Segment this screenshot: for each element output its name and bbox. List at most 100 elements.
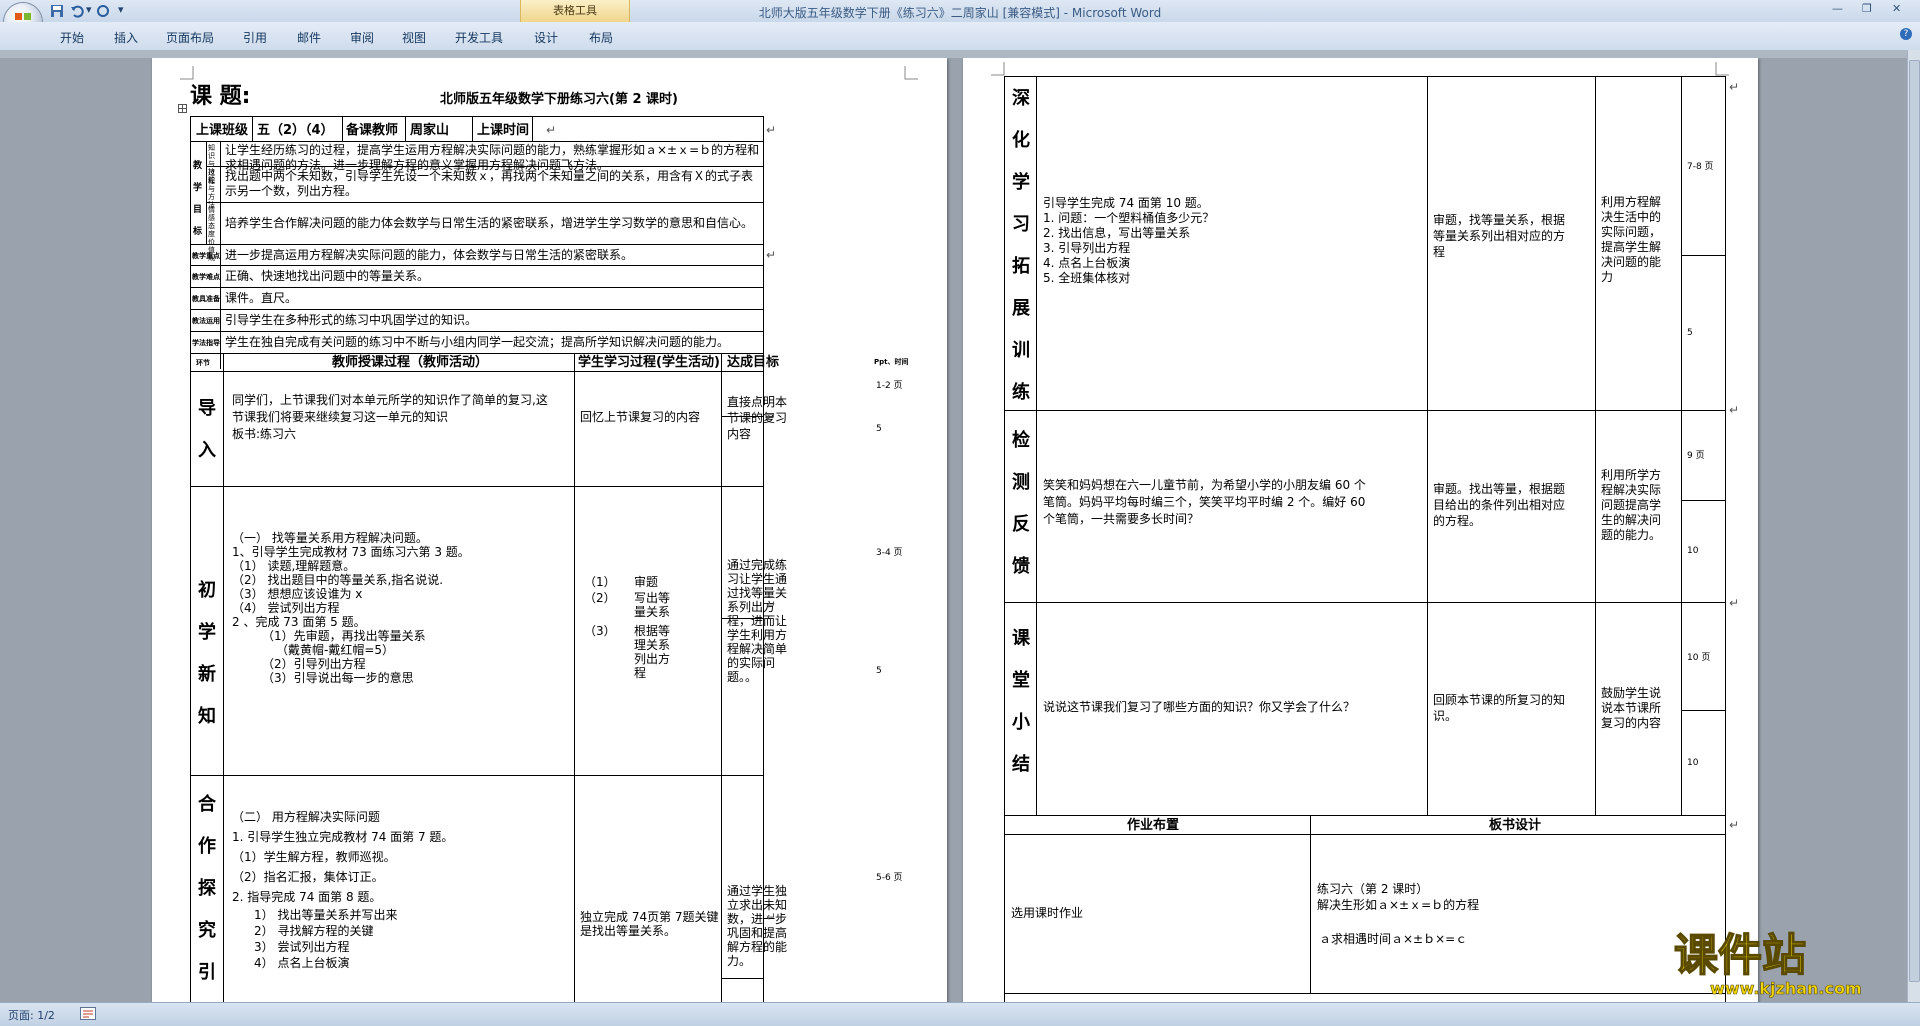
scrollbar-thumb[interactable] (1909, 60, 1920, 982)
goal-line: 复习的内容 (1601, 716, 1662, 730)
tab-insert[interactable]: 插入 (114, 29, 138, 46)
page-2[interactable]: 深 化 学 习 拓 展 训 练 引导学生完成 74 面第 10 题。 1. 问题… (963, 58, 1758, 1002)
section-name-char: 学 (1012, 172, 1030, 193)
goals-group-char: 学 (193, 183, 203, 193)
goal-line: 程，进而让 (727, 614, 788, 628)
row-end-mark: ↵ (1729, 403, 1740, 417)
tab-design[interactable]: 设计 (534, 29, 558, 46)
teacher-line: （一） 找等量关系用方程解决问题。 (232, 531, 428, 545)
tab-view[interactable]: 视图 (402, 29, 426, 46)
student-line: 审题，找等量关系，根据 (1433, 213, 1566, 227)
goal-line: 利用所学方 (1601, 468, 1662, 482)
margin-corner-mark (1715, 62, 1729, 76)
maximize-icon[interactable]: ❐ (1862, 2, 1872, 15)
section-name-char: 合 (198, 794, 216, 815)
vertical-scrollbar[interactable] (1907, 50, 1920, 1002)
margin-corner-mark (904, 66, 918, 80)
row-text: 正确、快速地找出问题中的等量关系。 (225, 269, 430, 283)
student-line: 写出等 (634, 591, 671, 605)
goals-group-char: 标 (193, 227, 203, 237)
section-name-char: 拓 (1012, 256, 1030, 277)
section-name-char: 探 (198, 878, 216, 899)
help-icon[interactable]: ? (1900, 28, 1912, 40)
section-name-char: 化 (1012, 130, 1030, 151)
row-text: 引导学生在多种形式的练习中巩固学过的知识。 (225, 313, 478, 327)
tab-layout[interactable]: 布局 (589, 29, 613, 46)
section-name-char: 习 (1012, 214, 1030, 235)
page-count[interactable]: 页面: 1/2 (8, 1007, 55, 1023)
teacher-line: 同学们，上节课我们对本单元所学的知识作了简单的复习,这 (232, 393, 548, 407)
section-name-char: 新 (198, 664, 216, 685)
tab-home[interactable]: 开始 (60, 29, 84, 46)
row-label: 教学难点 (192, 273, 220, 281)
time-cell: 5-6 页 (876, 873, 903, 883)
section-name-char: 深 (1012, 88, 1030, 109)
student-line: 程 (1433, 245, 1446, 259)
student-line: 回忆上节课复习的内容 (580, 410, 701, 424)
teacher-line: 4） 点名上台板演 (254, 956, 350, 970)
goal-line: 题。。 (727, 670, 758, 684)
title-bar: ▾ ▾ 表格工具 北师大版五年级数学下册《练习六》二周家山 [兼容模式] - M… (0, 0, 1920, 41)
close-icon[interactable]: ✕ (1892, 2, 1901, 15)
section-name-char: 导 (193, 994, 221, 1002)
section-name-char: 结 (1012, 754, 1030, 775)
header-step: 环节 (196, 359, 210, 367)
board-line: 练习六（第 2 课时） (1317, 882, 1429, 896)
section-name-char: 究 (198, 920, 216, 941)
minimize-icon[interactable]: — (1832, 2, 1843, 15)
section-name-char: 作 (198, 836, 216, 857)
teacher-line: 2. 指导完成 74 面第 8 题。 (232, 890, 382, 904)
teacher-line: 4. 点名上台板演 (1043, 256, 1131, 270)
margin-corner-mark (991, 62, 1005, 76)
window-title: 北师大版五年级数学下册《练习六》二周家山 [兼容模式] - Microsoft … (758, 6, 1162, 20)
student-line: 是找出等量关系。 (580, 924, 677, 938)
ruler (0, 50, 1920, 58)
tab-developer[interactable]: 开发工具 (455, 29, 503, 46)
teacher-value: 周家山 (410, 123, 450, 138)
tab-page-layout[interactable]: 页面布局 (166, 29, 214, 46)
teacher-line: 2. 找出信息，写出等量关系 (1043, 226, 1191, 240)
row-label: 教法运用 (192, 317, 220, 325)
teacher-line: （二） 用方程解决实际问题 (232, 810, 380, 824)
goal-line: 内容 (727, 427, 752, 441)
teacher-line: 1. 引导学生独立完成教材 74 面第 7 题。 (232, 830, 454, 844)
tab-review[interactable]: 审阅 (350, 29, 374, 46)
watermark-url: www.kjzhan.com (1710, 979, 1862, 998)
teacher-line: （1）学生解方程，教师巡视。 (232, 850, 396, 864)
page-1[interactable]: 课 题: 北师版五年级数学下册练习六(第 2 课时) 上课班级 五（2）（4） … (152, 58, 947, 1002)
homework-text: 选用课时作业 (1011, 906, 1084, 920)
section-name-char: 入 (198, 440, 216, 461)
section-name-char: 展 (1012, 298, 1030, 319)
teacher-line: 笑笑和妈妈想在六一儿童节前，为希望小学的小朋友编 60 个 (1043, 478, 1366, 492)
proofing-icon[interactable] (80, 1007, 96, 1020)
student-line: （3） (584, 624, 616, 638)
goal-line: 通过学生独 (727, 884, 788, 898)
document-workspace[interactable]: 课 题: 北师版五年级数学下册练习六(第 2 课时) 上课班级 五（2）（4） … (0, 58, 1910, 1002)
table-move-handle-icon[interactable] (178, 104, 187, 113)
teacher-line: 3. 引导列出方程 (1043, 241, 1131, 255)
student-line: （2） (584, 591, 616, 605)
time-cell: 5 (876, 666, 882, 676)
goal-line: 习让学生通 (727, 572, 788, 586)
status-bar: 页面: 1/2 (0, 1002, 1920, 1026)
goal-process-text: 找出题中两个未知数，引导学生先设一个未知数ｘ，再找两个未知量之间的关系，用含有Ｘ… (225, 169, 754, 198)
site-watermark: 课件站 www.kjzhan.com (1673, 929, 1862, 998)
teacher-line: （2）指名汇报，集体订正。 (232, 870, 384, 884)
document-title: 北师版五年级数学下册练习六(第 2 课时) (440, 92, 678, 107)
section-name-char: 导 (198, 398, 216, 419)
goal-line: 直接点明本 (727, 395, 788, 409)
section-name-char: 训 (1012, 340, 1030, 361)
goal-line: 实际问题， (1601, 225, 1662, 239)
row-end-mark: ↵ (766, 123, 777, 137)
board-line: ａ求相遇时间ａ×±ｂ×=ｃ (1319, 932, 1468, 946)
goal-line: 提高学生解 (1601, 240, 1662, 254)
row-end-mark: ↵ (766, 355, 777, 369)
time-cell: 5 (1687, 328, 1693, 338)
tab-references[interactable]: 引用 (243, 29, 267, 46)
teacher-line: 1. 问题：一个塑料桶值多少元？ (1043, 211, 1215, 225)
row-end-mark: ↵ (1729, 80, 1740, 94)
header-student: 学生学习过程(学生活动) (578, 355, 720, 370)
time-cell: 10 (1687, 546, 1699, 556)
goal-line: 立求出未知 (727, 898, 788, 912)
tab-mailings[interactable]: 邮件 (297, 29, 321, 46)
